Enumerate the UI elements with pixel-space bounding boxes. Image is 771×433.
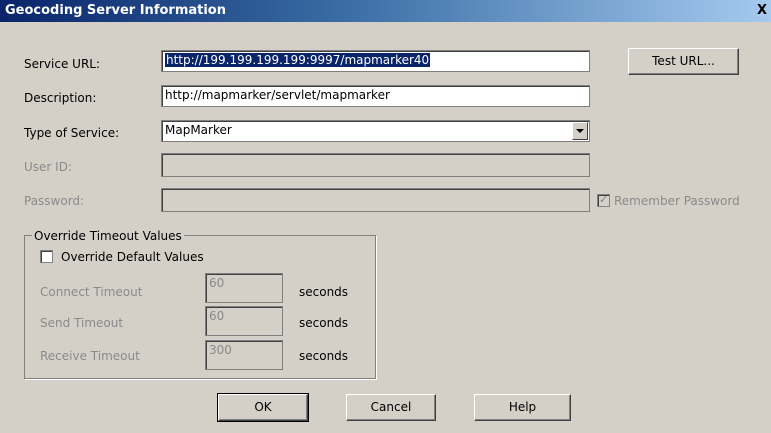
type-of-service-select[interactable]: MapMarker xyxy=(161,120,590,142)
description-value: http://mapmarker/servlet/mapmarker xyxy=(165,88,390,102)
service-url-value: http://199.199.199.199:9997/mapmarker40 xyxy=(165,53,431,67)
receive-timeout-label: Receive Timeout xyxy=(40,349,140,363)
service-url-input[interactable]: http://199.199.199.199:9997/mapmarker40 xyxy=(161,50,590,72)
send-timeout-value: 60 xyxy=(209,309,225,323)
remember-password-label: Remember Password xyxy=(614,194,740,208)
checkmark-icon: ✓ xyxy=(599,193,609,206)
password-label: Password: xyxy=(24,194,85,208)
receive-timeout-unit: seconds xyxy=(299,349,349,363)
service-url-label: Service URL: xyxy=(24,57,101,71)
override-timeout-group-label: Override Timeout Values xyxy=(32,229,184,243)
user-id-label: User ID: xyxy=(24,160,72,174)
send-timeout-input[interactable]: 60 xyxy=(205,306,283,336)
receive-timeout-input[interactable]: 300 xyxy=(205,340,283,370)
help-button[interactable]: Help xyxy=(474,394,571,421)
description-input[interactable]: http://mapmarker/servlet/mapmarker xyxy=(161,85,590,107)
override-default-label: Override Default Values xyxy=(61,250,204,264)
type-of-service-value: MapMarker xyxy=(165,123,232,137)
dialog-title: Geocoding Server Information xyxy=(5,3,226,18)
connect-timeout-value: 60 xyxy=(209,276,225,290)
connect-timeout-unit: seconds xyxy=(299,285,349,299)
description-label: Description: xyxy=(24,91,97,105)
remember-password-checkbox[interactable]: ✓ xyxy=(597,193,610,207)
connect-timeout-label: Connect Timeout xyxy=(40,285,143,299)
send-timeout-unit: seconds xyxy=(299,316,349,330)
title-bar: Geocoding Server Information X xyxy=(0,0,771,22)
receive-timeout-value: 300 xyxy=(209,343,232,357)
ok-button[interactable]: OK xyxy=(217,393,309,422)
password-input[interactable] xyxy=(161,188,590,212)
override-default-checkbox[interactable] xyxy=(40,250,53,263)
test-url-button[interactable]: Test URL... xyxy=(628,48,739,75)
close-icon[interactable]: X xyxy=(755,4,769,18)
send-timeout-label: Send Timeout xyxy=(40,316,124,330)
cancel-button[interactable]: Cancel xyxy=(346,394,436,421)
chevron-down-icon[interactable] xyxy=(572,122,588,140)
geocoding-server-dialog: Geocoding Server Information X Service U… xyxy=(0,0,771,433)
user-id-input[interactable] xyxy=(161,153,590,177)
connect-timeout-input[interactable]: 60 xyxy=(205,273,283,303)
type-of-service-label: Type of Service: xyxy=(24,126,120,140)
